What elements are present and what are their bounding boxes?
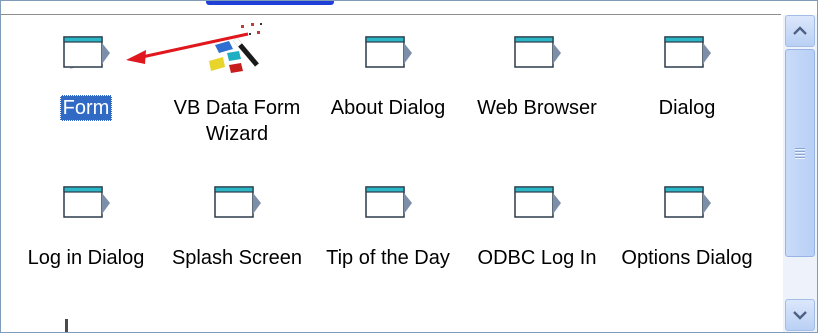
template-label: Splash Screen (171, 247, 303, 269)
template-label: Form (59, 95, 113, 121)
template-label: ODBC Log In (477, 247, 597, 269)
partial-form-icon (65, 319, 68, 332)
scroll-down-arrow-icon (793, 311, 807, 320)
template-label: Tip of the Day (326, 247, 450, 269)
template-item-options-dialog[interactable]: Options Dialog (611, 161, 763, 301)
template-item-form[interactable]: Form (10, 11, 162, 151)
template-label: Dialog (658, 97, 716, 119)
template-item-splash-screen[interactable]: Splash Screen (161, 161, 313, 301)
scroll-up-arrow-icon (793, 26, 807, 35)
scroll-up-button[interactable] (785, 15, 815, 47)
template-label: About Dialog (330, 97, 446, 119)
template-grid: Form VB Data Form Wizard About Dialog We… (1, 1, 782, 332)
template-item-about-dialog[interactable]: About Dialog (312, 11, 464, 151)
form-icon (58, 181, 114, 227)
template-label: Options Dialog (621, 247, 753, 269)
template-item-odbc-log-in[interactable]: ODBC Log In (461, 161, 613, 301)
template-list-view: Form VB Data Form Wizard About Dialog We… (0, 0, 818, 333)
form-icon (659, 181, 715, 227)
form-icon (58, 31, 114, 77)
template-item-tip-of-the-day[interactable]: Tip of the Day (312, 161, 464, 301)
form-icon (659, 31, 715, 77)
template-item-dialog[interactable]: Dialog (611, 11, 763, 151)
template-label: Web Browser (477, 97, 597, 119)
scroll-thumb[interactable] (785, 49, 815, 257)
vertical-scrollbar[interactable] (783, 15, 817, 332)
scroll-down-button[interactable] (785, 299, 815, 331)
form-icon (360, 31, 416, 77)
form-icon (209, 181, 265, 227)
form-icon (509, 31, 565, 77)
template-item-log-in-dialog[interactable]: Log in Dialog (10, 161, 162, 301)
grip-icon (795, 147, 805, 159)
template-item-web-browser[interactable]: Web Browser (461, 11, 613, 151)
template-item-vb-data-form-wizard[interactable]: VB Data Form Wizard (161, 11, 313, 151)
template-label: VB Data Form Wizard (173, 97, 301, 145)
wizard-icon (209, 23, 265, 77)
template-label: Log in Dialog (27, 247, 145, 269)
form-icon (360, 181, 416, 227)
form-icon (509, 181, 565, 227)
